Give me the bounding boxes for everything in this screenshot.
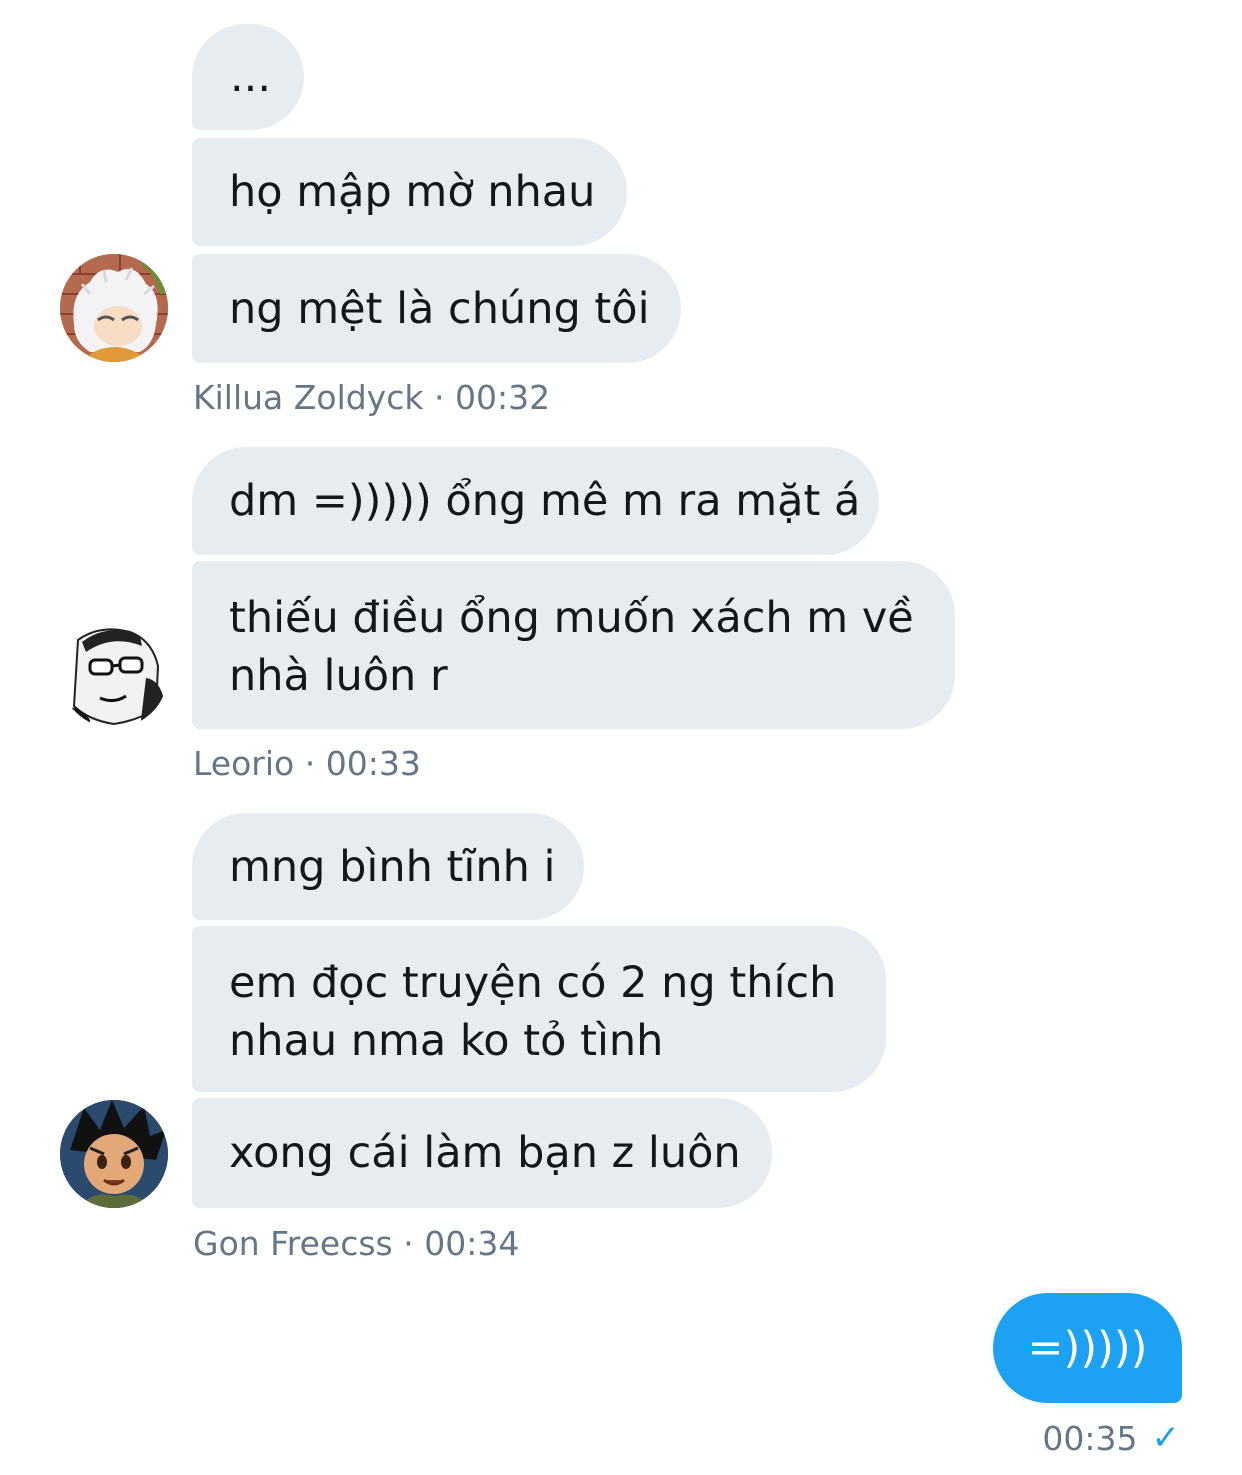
- message-text: em đọc truyện có 2 ng thích nhau nma ko …: [229, 958, 837, 1066]
- message-text: thiếu điều ổng muốn xách m về nhà luôn r: [229, 593, 914, 701]
- separator: ·: [304, 744, 316, 783]
- killua-avatar[interactable]: [60, 254, 168, 362]
- message-bubble[interactable]: họ mập mờ nhau: [192, 138, 627, 246]
- timestamp: 00:35: [1042, 1418, 1138, 1458]
- message-meta: Leorio · 00:33: [193, 744, 421, 783]
- message-bubble[interactable]: dm =))))) ổng mê m ra mặt á: [192, 447, 879, 555]
- outgoing-message-meta: 00:35 ✓: [1042, 1418, 1180, 1458]
- message-bubble[interactable]: mng bình tĩnh i: [192, 813, 584, 920]
- message-bubble[interactable]: ...: [192, 24, 304, 130]
- message-bubble[interactable]: thiếu điều ổng muốn xách m về nhà luôn r: [192, 561, 955, 729]
- message-text: ...: [230, 52, 272, 102]
- message-meta: Killua Zoldyck · 00:32: [193, 378, 550, 417]
- message-bubble[interactable]: ng mệt là chúng tôi: [192, 254, 681, 363]
- separator: ·: [433, 378, 445, 417]
- message-text: họ mập mờ nhau: [229, 167, 596, 217]
- outgoing-message-bubble[interactable]: =))))): [993, 1293, 1182, 1403]
- message-text: xong cái làm bạn z luôn: [229, 1128, 741, 1178]
- sender-name[interactable]: Leorio: [193, 744, 294, 783]
- timestamp: 00:34: [424, 1224, 520, 1263]
- message-text: =))))): [1027, 1323, 1148, 1373]
- message-text: dm =))))) ổng mê m ra mặt á: [229, 476, 861, 526]
- message-text: ng mệt là chúng tôi: [229, 283, 650, 334]
- sender-name[interactable]: Gon Freecss: [193, 1224, 393, 1263]
- separator: ·: [403, 1224, 414, 1263]
- timestamp: 00:32: [454, 378, 551, 417]
- message-text: mng bình tĩnh i: [229, 841, 556, 892]
- check-icon: ✓: [1151, 1418, 1181, 1458]
- message-bubble[interactable]: xong cái làm bạn z luôn: [192, 1098, 772, 1208]
- leorio-avatar[interactable]: [60, 620, 168, 728]
- message-bubble[interactable]: em đọc truyện có 2 ng thích nhau nma ko …: [192, 926, 886, 1092]
- message-meta: Gon Freecss · 00:34: [193, 1224, 519, 1263]
- sender-name[interactable]: Killua Zoldyck: [193, 378, 423, 417]
- timestamp: 00:33: [325, 744, 421, 783]
- gon-avatar[interactable]: [60, 1100, 168, 1208]
